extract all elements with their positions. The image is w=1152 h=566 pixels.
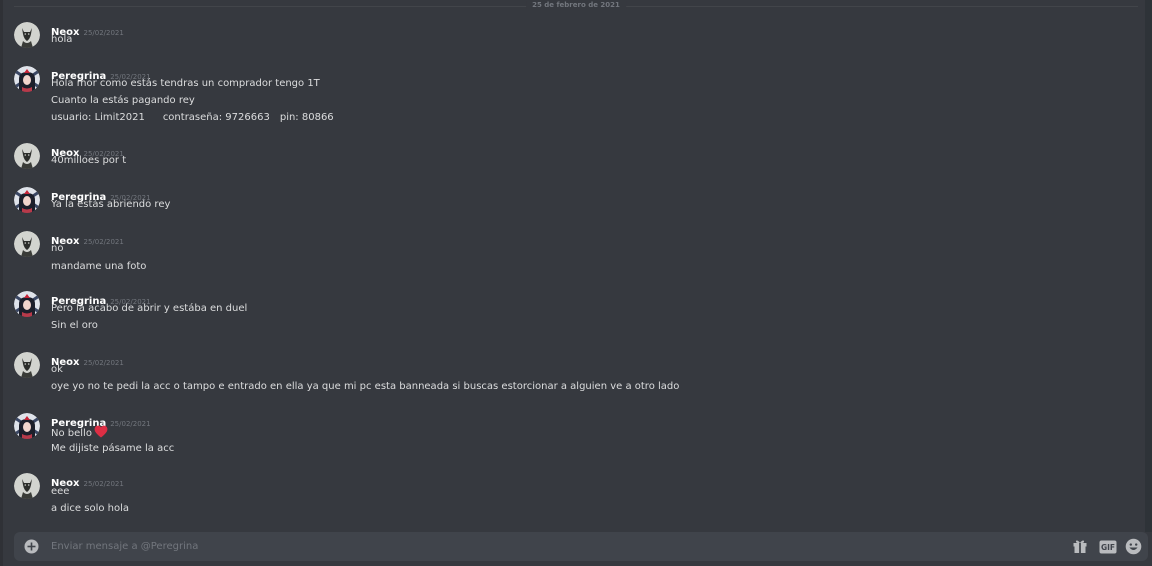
gif-icon[interactable]: GIF (1099, 539, 1117, 554)
message-text: No bello (51, 425, 108, 441)
message-text: a dice solo hola (51, 503, 130, 514)
avatar[interactable] (14, 291, 40, 317)
left-edge (0, 0, 3, 566)
message-text: ok (51, 364, 63, 375)
avatar[interactable] (14, 352, 40, 378)
scrollbar-track[interactable] (1145, 0, 1152, 532)
message-text: mandame una foto (51, 261, 147, 272)
message-text: Hola mor como estás tendras un comprador… (51, 78, 320, 89)
credential-user: usuario: Limit2021 (51, 112, 145, 123)
avatar[interactable] (14, 66, 40, 92)
gif-label: GIF (1101, 543, 1115, 552)
message-text: Cuanto la estás pagando rey (51, 95, 195, 106)
message-text: Pero la acabo de abrir y estába en duel (51, 303, 248, 314)
message-text: eee (51, 486, 70, 497)
message-text: Me dijiste pásame la acc (51, 443, 175, 454)
avatar[interactable] (14, 473, 40, 499)
avatar[interactable] (14, 22, 40, 48)
message-text: no (51, 243, 64, 254)
red-heart-icon (94, 425, 108, 441)
timestamp[interactable]: 25/02/2021 (83, 359, 123, 367)
message-text: Ya la estás abriendo rey (51, 199, 171, 210)
emoji-icon[interactable] (1125, 538, 1142, 555)
message-text-content: No bello (51, 428, 92, 439)
avatar[interactable] (14, 187, 40, 213)
add-icon[interactable] (24, 539, 39, 554)
avatar[interactable] (14, 231, 40, 257)
credential-password: contraseña: 9726663 (162, 112, 270, 123)
timestamp[interactable]: 25/02/2021 (83, 238, 123, 246)
date-divider-label: 25 de febrero de 2021 (526, 1, 626, 9)
message-text: oye yo no te pedi la acc o tampo e entra… (51, 381, 680, 392)
timestamp[interactable]: 25/02/2021 (110, 420, 150, 428)
chat-app: 25 de febrero de 2021 Neox 25/02/2021 hol… (0, 0, 1152, 566)
timestamp[interactable]: 25/02/2021 (83, 480, 123, 488)
credentials-line: usuario: Limit2021 contraseña: 9726663 pin… (51, 112, 334, 123)
date-divider: 25 de febrero de 2021 (14, 0, 1138, 14)
message-composer: GIF (14, 532, 1148, 561)
gift-icon[interactable] (1072, 538, 1088, 554)
message-text: hola (51, 34, 73, 45)
credential-pin: pin: 80866 (279, 112, 334, 123)
message-text: Sin el oro (51, 320, 98, 331)
avatar[interactable] (14, 413, 40, 439)
message-input[interactable] (51, 537, 1051, 556)
timestamp[interactable]: 25/02/2021 (83, 29, 123, 37)
avatar[interactable] (14, 143, 40, 169)
message-text: 40milloes por t (51, 155, 127, 166)
